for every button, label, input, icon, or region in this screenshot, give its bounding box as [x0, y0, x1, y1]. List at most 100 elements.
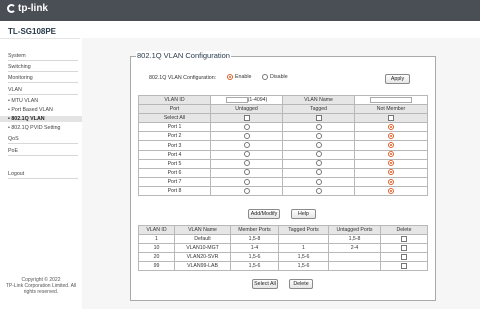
disable-radio[interactable]	[262, 74, 268, 80]
port-untagged-radio[interactable]	[243, 178, 250, 185]
select-all-tagged-cell	[282, 113, 355, 124]
cell-tagged-ports: 1	[278, 243, 329, 254]
select-all-tagged-checkbox[interactable]	[315, 114, 322, 121]
vlan-name-input[interactable]	[370, 96, 412, 103]
port-tagged-radio[interactable]	[315, 169, 322, 176]
port-tagged-cell	[282, 149, 355, 160]
cell-member-ports: 1,5-8	[230, 234, 279, 245]
port-tagged-radio[interactable]	[315, 187, 322, 194]
select-all-not-member-cell	[354, 113, 428, 124]
vlan-list-table: VLAN ID VLAN Name Member Ports Tagged Po…	[138, 224, 428, 272]
port-tagged-radio[interactable]	[315, 178, 322, 185]
sidebar-item-mtu-vlan[interactable]: • MTU VLAN	[8, 98, 78, 104]
th-vlan-name: VLAN Name	[174, 224, 231, 236]
port-untagged-cell	[210, 140, 283, 151]
port-untagged-radio[interactable]	[243, 187, 250, 194]
port-row: Port 1	[138, 122, 428, 133]
copyright: Copyright © 2022 TP-Link Corporation Lim…	[0, 277, 82, 295]
cell-vlan-id: 1	[138, 234, 175, 245]
cell-vlan-name: VLAN99-LAB	[174, 261, 231, 272]
vlan-id-input[interactable]	[225, 96, 248, 103]
select-all-not-member-checkbox[interactable]	[388, 114, 394, 121]
cell-vlan-id: 20	[138, 252, 175, 263]
sidebar-item-logout[interactable]: Logout	[8, 171, 78, 179]
delete-checkbox[interactable]	[401, 263, 407, 270]
disable-label: Disable	[270, 74, 288, 80]
delete-checkbox[interactable]	[401, 235, 407, 242]
port-not-member-radio[interactable]	[388, 160, 394, 167]
cell-delete	[380, 243, 428, 254]
port-tagged-radio[interactable]	[315, 142, 322, 149]
port-untagged-radio[interactable]	[243, 123, 250, 130]
cell-delete	[380, 261, 428, 272]
port-not-member-radio[interactable]	[388, 151, 394, 158]
port-not-member-radio[interactable]	[388, 133, 394, 140]
th-delete: Delete	[380, 224, 428, 236]
port-label: Port 6	[138, 167, 211, 178]
sidebar-item-vlan[interactable]: VLAN	[8, 87, 78, 95]
select-all-untagged-checkbox[interactable]	[243, 114, 250, 121]
sidebar-item-poe[interactable]: PoE	[8, 148, 78, 156]
port-label: Port 8	[138, 185, 211, 197]
port-not-member-radio[interactable]	[388, 123, 394, 130]
port-untagged-radio[interactable]	[243, 142, 250, 149]
port-tagged-radio[interactable]	[315, 160, 322, 167]
port-tagged-cell	[282, 176, 355, 187]
delete-button[interactable]: Delete	[289, 279, 313, 289]
port-tagged-cell	[282, 140, 355, 151]
port-not-member-radio[interactable]	[388, 169, 394, 176]
cell-untagged-ports	[328, 252, 381, 263]
port-label: Port 3	[138, 140, 211, 151]
col-not-member: Not Member	[354, 104, 428, 115]
sidebar-item-qos[interactable]: QoS	[8, 136, 78, 144]
port-not-member-radio[interactable]	[388, 187, 394, 194]
port-untagged-radio[interactable]	[243, 160, 250, 167]
port-label: Port 1	[138, 122, 211, 133]
th-tagged-ports: Tagged Ports	[278, 224, 329, 236]
port-tagged-radio[interactable]	[315, 151, 322, 158]
port-not-member-radio[interactable]	[388, 178, 394, 185]
top-bar: tp-link	[0, 0, 480, 21]
port-untagged-radio[interactable]	[243, 169, 250, 176]
th-member-ports: Member Ports	[230, 224, 279, 236]
port-not-member-cell	[354, 140, 428, 151]
col-port: Port	[138, 104, 211, 115]
add-modify-button[interactable]: Add/Modify	[248, 209, 280, 219]
port-row: Port 4	[138, 149, 428, 160]
port-tagged-radio[interactable]	[315, 133, 322, 140]
delete-checkbox[interactable]	[401, 253, 407, 260]
sidebar-item-monitoring[interactable]: Monitoring	[8, 75, 78, 83]
sidebar-item-switching[interactable]: Switching	[8, 64, 78, 72]
port-not-member-radio[interactable]	[388, 142, 394, 149]
table-row: 99 VLAN99-LAB 1,5-6 1,5-6	[138, 261, 428, 272]
sidebar: System Switching Monitoring VLAN • MTU V…	[0, 38, 82, 309]
cell-vlan-id: 99	[138, 261, 175, 272]
port-rows: Port 1 Port 2 Port 3 Port 4 Port 5 Port 6 Port…	[138, 122, 428, 197]
port-untagged-cell	[210, 176, 283, 187]
select-all-button[interactable]: Select All	[252, 279, 278, 289]
cell-member-ports: 1,5-6	[230, 252, 279, 263]
th-untagged-ports: Untagged Ports	[328, 224, 381, 236]
vlan-name-label: VLAN Name	[282, 94, 355, 106]
cell-untagged-ports: 2-4	[328, 243, 381, 254]
enable-radio[interactable]	[227, 74, 233, 80]
help-button[interactable]: Help	[291, 209, 316, 219]
sidebar-item-8021q-pvid[interactable]: • 802.1Q PVID Setting	[8, 125, 78, 131]
panel-title: 802.1Q VLAN Configuration	[136, 51, 231, 60]
sidebar-item-system[interactable]: System	[8, 53, 78, 61]
port-untagged-radio[interactable]	[243, 151, 250, 158]
vlan-name-cell	[354, 94, 428, 106]
port-untagged-radio[interactable]	[243, 133, 250, 140]
apply-button[interactable]: Apply	[385, 74, 410, 84]
col-untagged: Untagged	[210, 104, 283, 115]
delete-checkbox[interactable]	[401, 244, 407, 251]
enable-option[interactable]: Enable	[227, 74, 252, 80]
sidebar-item-port-based-vlan[interactable]: • Port Based VLAN	[8, 107, 78, 113]
port-tagged-radio[interactable]	[315, 123, 322, 130]
vlan-id-hint: (1-4094)	[247, 97, 268, 104]
disable-option[interactable]: Disable	[262, 74, 288, 80]
th-vlan-id: VLAN ID	[138, 224, 175, 236]
sidebar-item-8021q-vlan[interactable]: • 802.1Q VLAN	[0, 116, 82, 122]
vlan-id-label: VLAN ID	[138, 94, 211, 106]
port-not-member-cell	[354, 149, 428, 160]
